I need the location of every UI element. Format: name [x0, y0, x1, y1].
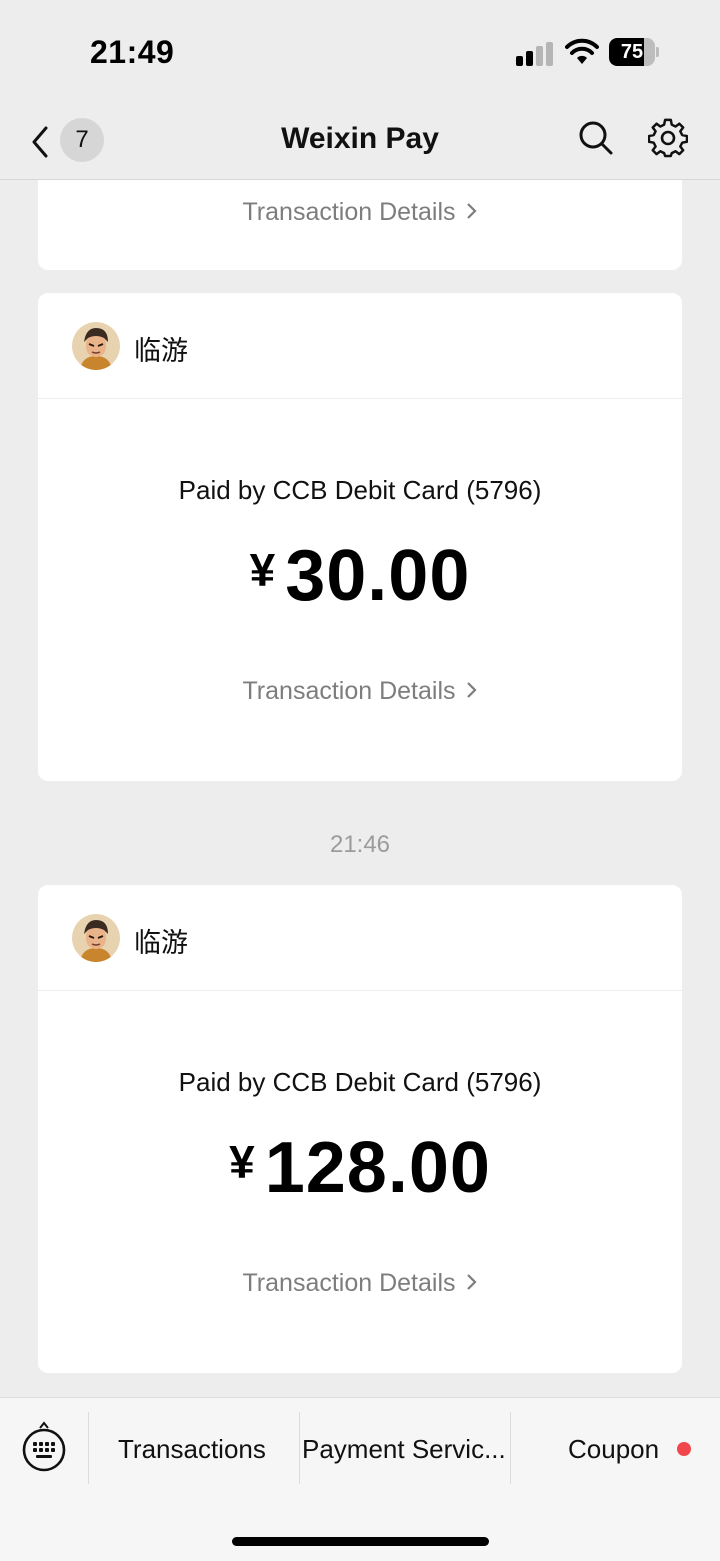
- transaction-details-label: Transaction Details: [242, 198, 456, 226]
- message-timestamp: 21:46: [329, 831, 391, 858]
- merchant-name: 临游: [134, 336, 188, 366]
- settings-icon[interactable]: [648, 118, 688, 158]
- chevron-right-icon: [466, 682, 477, 699]
- search-icon[interactable]: [578, 120, 614, 156]
- payment-method-text: Paid by CCB Debit Card (5796): [178, 475, 542, 505]
- merchant-avatar: [72, 914, 120, 962]
- home-indicator[interactable]: [232, 1537, 489, 1546]
- transaction-details-link[interactable]: Transaction Details: [38, 677, 682, 706]
- amount-value: 30.00: [285, 536, 471, 616]
- payment-method-text: Paid by CCB Debit Card (5796): [178, 1067, 542, 1097]
- menu-divider: [510, 1412, 511, 1484]
- chevron-right-icon: [466, 203, 477, 220]
- currency-symbol: ¥: [229, 1136, 255, 1188]
- payment-card: 临游 Paid by CCB Debit Card (5796) ¥30.00 …: [38, 293, 682, 781]
- transaction-details-label: Transaction Details: [242, 677, 456, 705]
- menu-coupon[interactable]: Coupon: [568, 1434, 659, 1465]
- transaction-details-link[interactable]: Transaction Details: [38, 1269, 682, 1298]
- menu-transactions[interactable]: Transactions: [118, 1434, 266, 1465]
- battery-level: 75: [620, 41, 644, 63]
- status-bar: 21:49 75: [0, 0, 720, 100]
- payment-card: 临游 Paid by CCB Debit Card (5796) ¥128.00…: [38, 885, 682, 1373]
- battery-cap: [656, 47, 659, 57]
- navigation-bar: 7 Weixin Pay: [0, 100, 720, 180]
- currency-symbol: ¥: [249, 544, 276, 596]
- chevron-right-icon: [466, 1274, 477, 1291]
- amount-value: 128.00: [264, 1128, 491, 1208]
- cellular-signal-icon: [516, 42, 553, 66]
- card-header[interactable]: 临游: [38, 293, 682, 399]
- payment-card-partial: Transaction Details: [38, 180, 682, 270]
- menu-divider: [299, 1412, 300, 1484]
- battery-icon: 75: [609, 38, 655, 66]
- battery-indicator: 75: [609, 38, 659, 66]
- transaction-details-label: Transaction Details: [242, 1269, 456, 1297]
- payment-amount: ¥30.00: [38, 535, 682, 617]
- payment-feed[interactable]: Transaction Details 临游 Paid by CCB Debit…: [0, 180, 720, 1397]
- card-header[interactable]: 临游: [38, 885, 682, 991]
- menu-payment-services[interactable]: Payment Servic...: [302, 1434, 506, 1465]
- merchant-avatar: [72, 322, 120, 370]
- menu-divider: [88, 1412, 89, 1484]
- avatar-illustration-icon: [72, 914, 120, 962]
- payment-amount: ¥128.00: [38, 1127, 682, 1209]
- coupon-notification-dot: [677, 1442, 691, 1456]
- keyboard-toggle-icon[interactable]: [20, 1420, 68, 1476]
- wifi-icon: [565, 38, 599, 64]
- merchant-name: 临游: [134, 928, 188, 958]
- transaction-details-link[interactable]: Transaction Details: [38, 198, 682, 227]
- avatar-illustration-icon: [72, 322, 120, 370]
- status-time: 21:49: [90, 34, 175, 70]
